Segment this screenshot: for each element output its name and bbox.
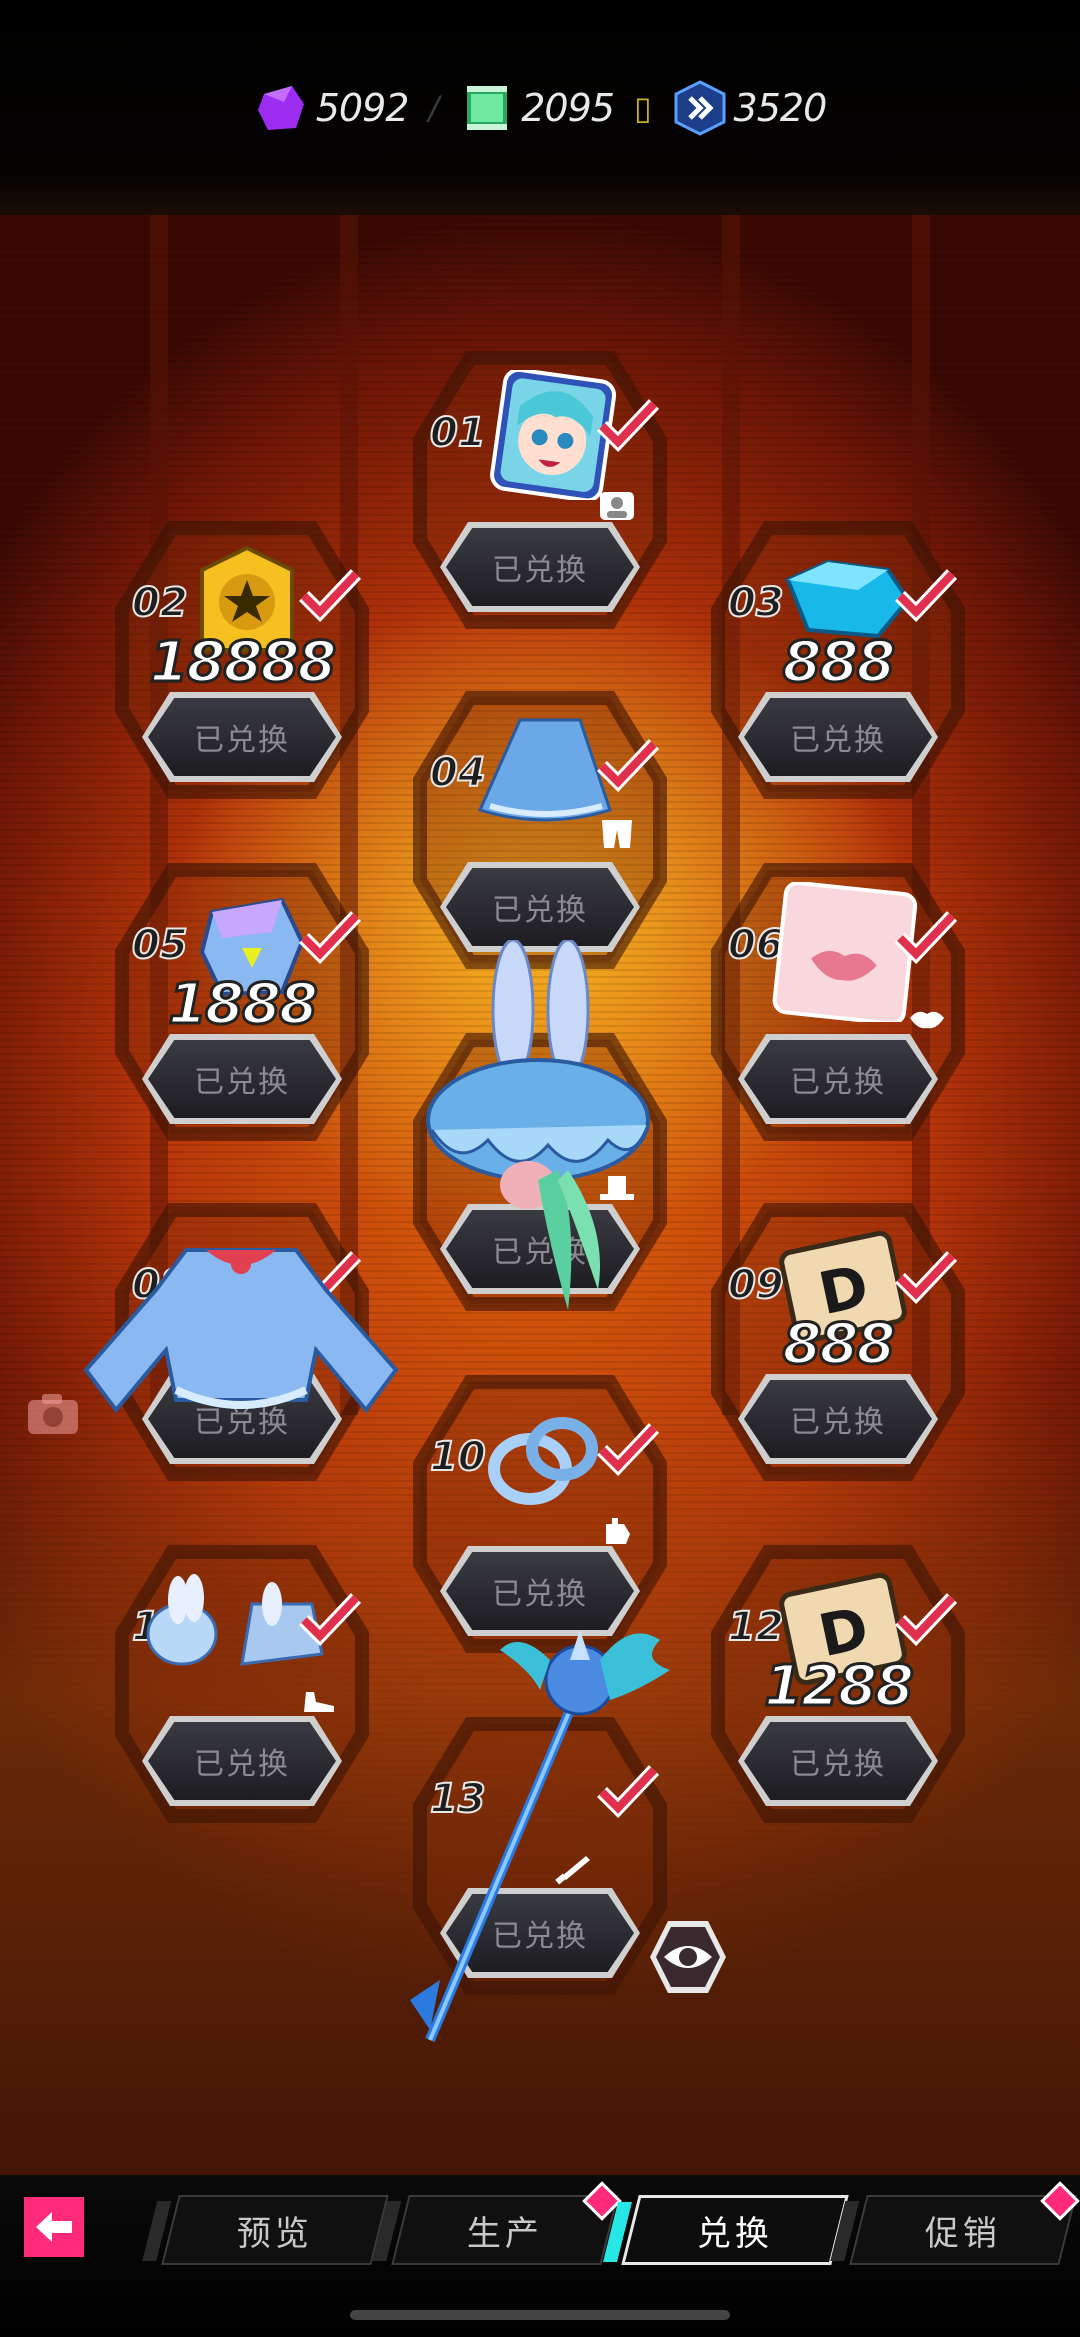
reward-slot-11[interactable]: 11 已兑换: [112, 1534, 372, 1834]
reward-quantity: 1288: [763, 1653, 916, 1721]
redeemed-button[interactable]: 已兑换: [738, 692, 938, 782]
blue-jacket-icon: [83, 1248, 399, 1414]
currency-blue[interactable]: 3520: [672, 80, 827, 136]
bottom-nav: 预览 生产 兑换 促销: [0, 2175, 1080, 2337]
tab-label: 预览: [237, 2213, 313, 2254]
redeemed-button[interactable]: 已兑换: [142, 692, 342, 782]
redeemed-button[interactable]: 已兑换: [738, 1034, 938, 1124]
reward-quantity: 1888: [167, 971, 320, 1039]
redeemed-button[interactable]: 已兑换: [142, 1716, 342, 1806]
shoe-icon: [304, 1692, 334, 1712]
reward-quantity: 18888: [148, 629, 338, 697]
reward-slot-06[interactable]: 06 已兑换: [708, 852, 968, 1152]
tab-production[interactable]: 生产: [372, 2195, 619, 2265]
blue-currency-amount: 3520: [733, 86, 828, 130]
coral-staff-icon: [410, 1630, 670, 2042]
tab-exchange[interactable]: 兑换: [603, 2195, 849, 2265]
tab-label: 兑换: [697, 2213, 773, 2254]
reward-slot-02[interactable]: 02 18888 已兑换: [112, 510, 372, 810]
redeemed-button[interactable]: 已兑换: [440, 522, 640, 612]
currency-bar: 5092 / 2095 ▯ 3520: [0, 0, 1080, 215]
back-arrow-icon: [36, 2212, 72, 2242]
redeemed-button[interactable]: 已兑换: [738, 1374, 938, 1464]
tab-stripe: [142, 2201, 172, 2261]
claimed-check-icon: [597, 739, 660, 792]
redeemed-button[interactable]: 已兑换: [142, 1034, 342, 1124]
tab-preview[interactable]: 预览: [142, 2195, 389, 2265]
redeemed-button[interactable]: 已兑换: [738, 1716, 938, 1806]
camera-icon[interactable]: [26, 1390, 80, 1436]
tab-promotion[interactable]: 促销: [830, 2195, 1077, 2265]
claimed-check-icon: [299, 1593, 362, 1646]
currency-green[interactable]: 2095: [459, 80, 615, 136]
reward-slot-01[interactable]: 01 已兑换: [410, 340, 670, 640]
back-button[interactable]: [24, 2197, 84, 2257]
claimed-check-icon: [597, 399, 660, 452]
claimed-check-icon: [597, 1423, 660, 1476]
tab-label: 促销: [925, 2213, 1001, 2254]
profile-icon: [600, 492, 634, 520]
preview-eye-button[interactable]: [648, 1917, 728, 1997]
lips-icon: [910, 1011, 944, 1029]
reward-quantity: 888: [781, 1311, 897, 1379]
redeemed-button[interactable]: 已兑换: [440, 862, 640, 952]
claimed-check-icon: [299, 911, 362, 964]
green-currency-amount: 2095: [521, 86, 615, 130]
claimed-check-icon: [895, 569, 958, 622]
purple-crystal-icon: [257, 86, 304, 130]
pants-icon: [602, 820, 632, 848]
claimed-check-icon: [895, 1593, 958, 1646]
reward-slot-09[interactable]: 09 D 888 已兑换: [708, 1192, 968, 1492]
purple-currency-amount: 5092: [315, 86, 410, 130]
tab-label: 生产: [467, 2213, 543, 2254]
claimed-check-icon: [299, 569, 362, 622]
reward-slot-04[interactable]: 04 已兑换: [410, 680, 670, 980]
reward-slot-03[interactable]: 03 888 已兑换: [708, 510, 968, 810]
claimed-check-icon: [895, 911, 958, 964]
separator: ▯: [633, 89, 652, 127]
reward-slot-12[interactable]: 12 D 1288 已兑换: [708, 1534, 968, 1834]
home-indicator: [350, 2310, 730, 2320]
reward-quantity: 888: [781, 629, 897, 697]
currency-purple[interactable]: 5092: [254, 80, 409, 136]
blue-chevron-token-icon: [674, 80, 726, 136]
separator: /: [428, 89, 440, 127]
green-ticket-icon: [467, 86, 508, 130]
glove-icon: [606, 1518, 630, 1544]
bunny-hat-icon: [426, 940, 650, 1310]
claimed-check-icon: [895, 1251, 958, 1304]
reward-slot-05[interactable]: 05 1888 已兑换: [112, 852, 372, 1152]
